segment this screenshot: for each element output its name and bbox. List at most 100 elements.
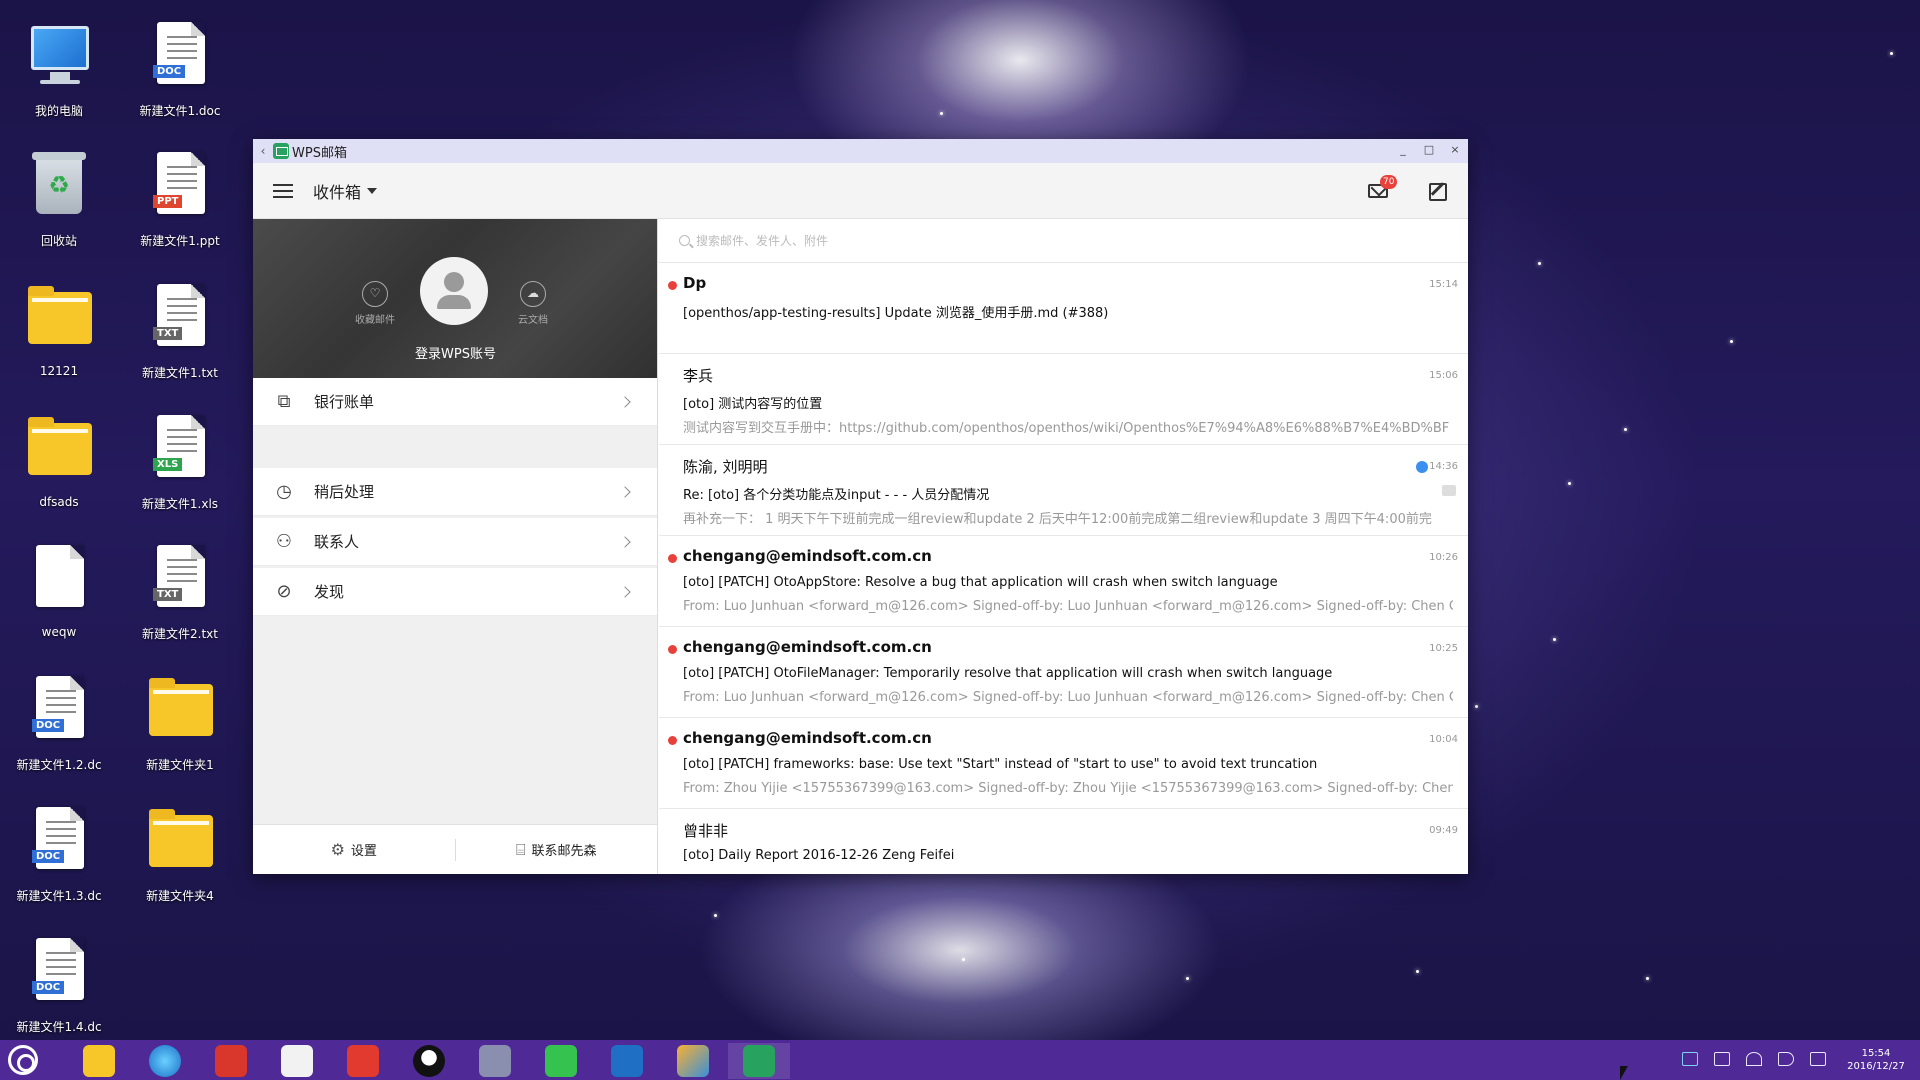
battery-icon[interactable]: [1714, 1052, 1730, 1066]
taskbar-wechat[interactable]: [530, 1043, 592, 1079]
mail-list-item[interactable]: chengang@emindsoft.com.cn 10:04 [oto] [P…: [659, 718, 1468, 809]
sidebar: ♡ 收藏邮件 ☁ 云文档 登录WPS账号 ⧉ 银行账单 ◷ 稍后处理 ⚇ 联系人: [253, 219, 658, 874]
desktop-icon-recycle-bin[interactable]: ♻ 回收站: [4, 150, 114, 249]
back-arrow-icon[interactable]: ‹: [253, 144, 273, 158]
folder-dropdown[interactable]: 收件箱: [313, 179, 378, 203]
mail-list-item[interactable]: Dp 15:14 [openthos/app-testing-results] …: [659, 263, 1468, 354]
wallpaper-star: [1475, 705, 1478, 708]
desktop-icon-doc[interactable]: DOC 新建文件1.2.dc: [4, 674, 114, 773]
desktop-icon-label: 新建文件夹4: [146, 889, 214, 903]
desktop-icon-my-computer[interactable]: 我的电脑: [4, 20, 114, 119]
mail-list-item[interactable]: 曾非非 09:49 [oto] Daily Report 2016-12-26 …: [659, 809, 1468, 874]
wifi-icon[interactable]: [1746, 1052, 1762, 1066]
sidebar-item-discover[interactable]: ⊘ 发现: [253, 568, 657, 616]
mail-list-item[interactable]: 陈渝, 刘明明 14:36 Re: [oto] 各个分类功能点及input - …: [659, 445, 1468, 536]
mail-time: 15:14: [1429, 279, 1458, 290]
mail-sender: chengang@emindsoft.com.cn: [683, 547, 932, 565]
mail-preview: From: Zhou Yijie <15755367399@163.com> S…: [683, 781, 1453, 796]
desktop-icon-txt[interactable]: TXT 新建文件1.txt: [125, 282, 235, 381]
mail-sender: Dp: [683, 274, 707, 292]
cloud-docs-button[interactable]: ☁ 云文档: [503, 281, 563, 326]
taskbar-jd-store[interactable]: [332, 1043, 394, 1079]
wallpaper-star: [1568, 482, 1571, 485]
start-button[interactable]: [0, 1040, 46, 1080]
contact-assistant-label: 联系邮先森: [531, 844, 597, 859]
mail-subject: [openthos/app-testing-results] Update 浏览…: [683, 306, 1109, 321]
clock-date: 2016/12/27: [1847, 1061, 1905, 1072]
desktop-icon-doc[interactable]: DOC 新建文件1.doc: [125, 20, 235, 119]
desktop-icon-label: weqw: [41, 625, 77, 639]
jd-store-icon: [347, 1045, 379, 1077]
mail-preview: 再补充一下： 1 明天下午下班前完成一组review和update 2 后天中午…: [683, 512, 1432, 527]
login-link[interactable]: 登录WPS账号: [253, 343, 658, 362]
taskbar-mail-app[interactable]: [662, 1043, 724, 1079]
folder-icon: [147, 674, 213, 746]
minimize-button[interactable]: _: [1389, 139, 1417, 163]
close-button[interactable]: ×: [1441, 139, 1468, 163]
desktop-icon-folder[interactable]: 新建文件夹4: [125, 805, 235, 904]
favorites-button[interactable]: ♡ 收藏邮件: [345, 281, 405, 326]
globe-icon: [149, 1045, 181, 1077]
wechat-icon: [545, 1045, 577, 1077]
search-input[interactable]: 搜索邮件、发件人、附件: [696, 232, 828, 249]
compose-button[interactable]: [1425, 177, 1453, 205]
doc-file-icon: DOC: [26, 674, 92, 746]
mail-time: 09:49: [1429, 825, 1458, 836]
notification-center-icon[interactable]: [1810, 1052, 1826, 1066]
desktop-icon-label: 新建文件2.txt: [142, 627, 218, 641]
notifications-button[interactable]: 70: [1365, 175, 1398, 205]
compass-icon: ⊘: [276, 580, 292, 602]
search-bar[interactable]: 搜索邮件、发件人、附件: [659, 219, 1468, 263]
desktop-icon-file[interactable]: weqw: [4, 543, 114, 639]
wallpaper-star: [1553, 638, 1556, 641]
avatar[interactable]: [420, 257, 488, 325]
menu-icon[interactable]: [273, 183, 293, 198]
ppt-file-icon: PPT: [147, 150, 213, 222]
openthos-logo-icon: [8, 1045, 38, 1075]
computer-icon: [26, 20, 92, 92]
sidebar-item-later[interactable]: ◷ 稍后处理: [253, 468, 657, 516]
desktop-icon-label: 新建文件1.2.dc: [16, 758, 102, 772]
taskbar-wps-office[interactable]: [200, 1043, 262, 1079]
mail-list-item[interactable]: 李兵 15:06 [oto] 测试内容写的位置 测试内容写到交互手册中：http…: [659, 354, 1468, 445]
window-titlebar[interactable]: ‹ WPS邮箱 _ □ ×: [253, 139, 1468, 163]
taskbar-outlook[interactable]: [596, 1043, 658, 1079]
desktop-icon-ppt[interactable]: PPT 新建文件1.ppt: [125, 150, 235, 249]
taskbar-game-app[interactable]: [464, 1043, 526, 1079]
folder-icon: [26, 413, 92, 485]
sidebar-item-label: 联系人: [314, 533, 360, 551]
maximize-button[interactable]: □: [1415, 139, 1443, 163]
taskbar-browser[interactable]: [134, 1043, 196, 1079]
desktop-icon-folder[interactable]: dfsads: [4, 413, 114, 509]
desktop-icon-folder[interactable]: 新建文件夹1: [125, 674, 235, 773]
profile-panel: ♡ 收藏邮件 ☁ 云文档 登录WPS账号: [253, 219, 657, 378]
settings-button[interactable]: ⚙ 设置: [253, 840, 455, 859]
taskbar-qq[interactable]: [398, 1043, 460, 1079]
unread-count-badge: 70: [1380, 175, 1398, 189]
eagle-icon: [479, 1045, 511, 1077]
desktop-icon-doc[interactable]: DOC 新建文件1.3.dc: [4, 805, 114, 904]
mail-time: 14:36: [1429, 461, 1458, 472]
mail-list-item[interactable]: chengang@emindsoft.com.cn 10:25 [oto] [P…: [659, 627, 1468, 718]
taskbar-clock[interactable]: 15:54 2016/12/27: [1840, 1047, 1912, 1073]
cloud-icon: ☁: [520, 281, 546, 307]
mail-time: 15:06: [1429, 370, 1458, 381]
sidebar-item-contacts[interactable]: ⚇ 联系人: [253, 518, 657, 566]
taskbar-file-manager[interactable]: [68, 1043, 130, 1079]
desktop-icon-doc[interactable]: DOC 新建文件1.4.dc: [4, 936, 114, 1035]
desktop-icon-folder[interactable]: 12121: [4, 282, 114, 378]
mail-subject: [oto] [PATCH] frameworks: base: Use text…: [683, 757, 1318, 772]
network-device-icon[interactable]: [1682, 1052, 1698, 1066]
envelope-icon: [677, 1045, 709, 1077]
sidebar-item-bank-bills[interactable]: ⧉ 银行账单: [253, 378, 657, 426]
chat-hi-icon: ⌸: [515, 839, 526, 859]
mail-list-item[interactable]: chengang@emindsoft.com.cn 10:26 [oto] [P…: [659, 536, 1468, 627]
taskbar-drawing-app[interactable]: [266, 1043, 328, 1079]
volume-icon[interactable]: [1778, 1052, 1794, 1066]
taskbar-wps-mail[interactable]: [728, 1043, 790, 1079]
contact-assistant-button[interactable]: ⌸ 联系邮先森: [456, 840, 658, 860]
desktop-icon-txt[interactable]: TXT 新建文件2.txt: [125, 543, 235, 642]
desktop-icon-xls[interactable]: XLS 新建文件1.xls: [125, 413, 235, 512]
wallpaper-star: [1186, 977, 1189, 980]
mouse-cursor-icon: [1620, 1066, 1628, 1080]
